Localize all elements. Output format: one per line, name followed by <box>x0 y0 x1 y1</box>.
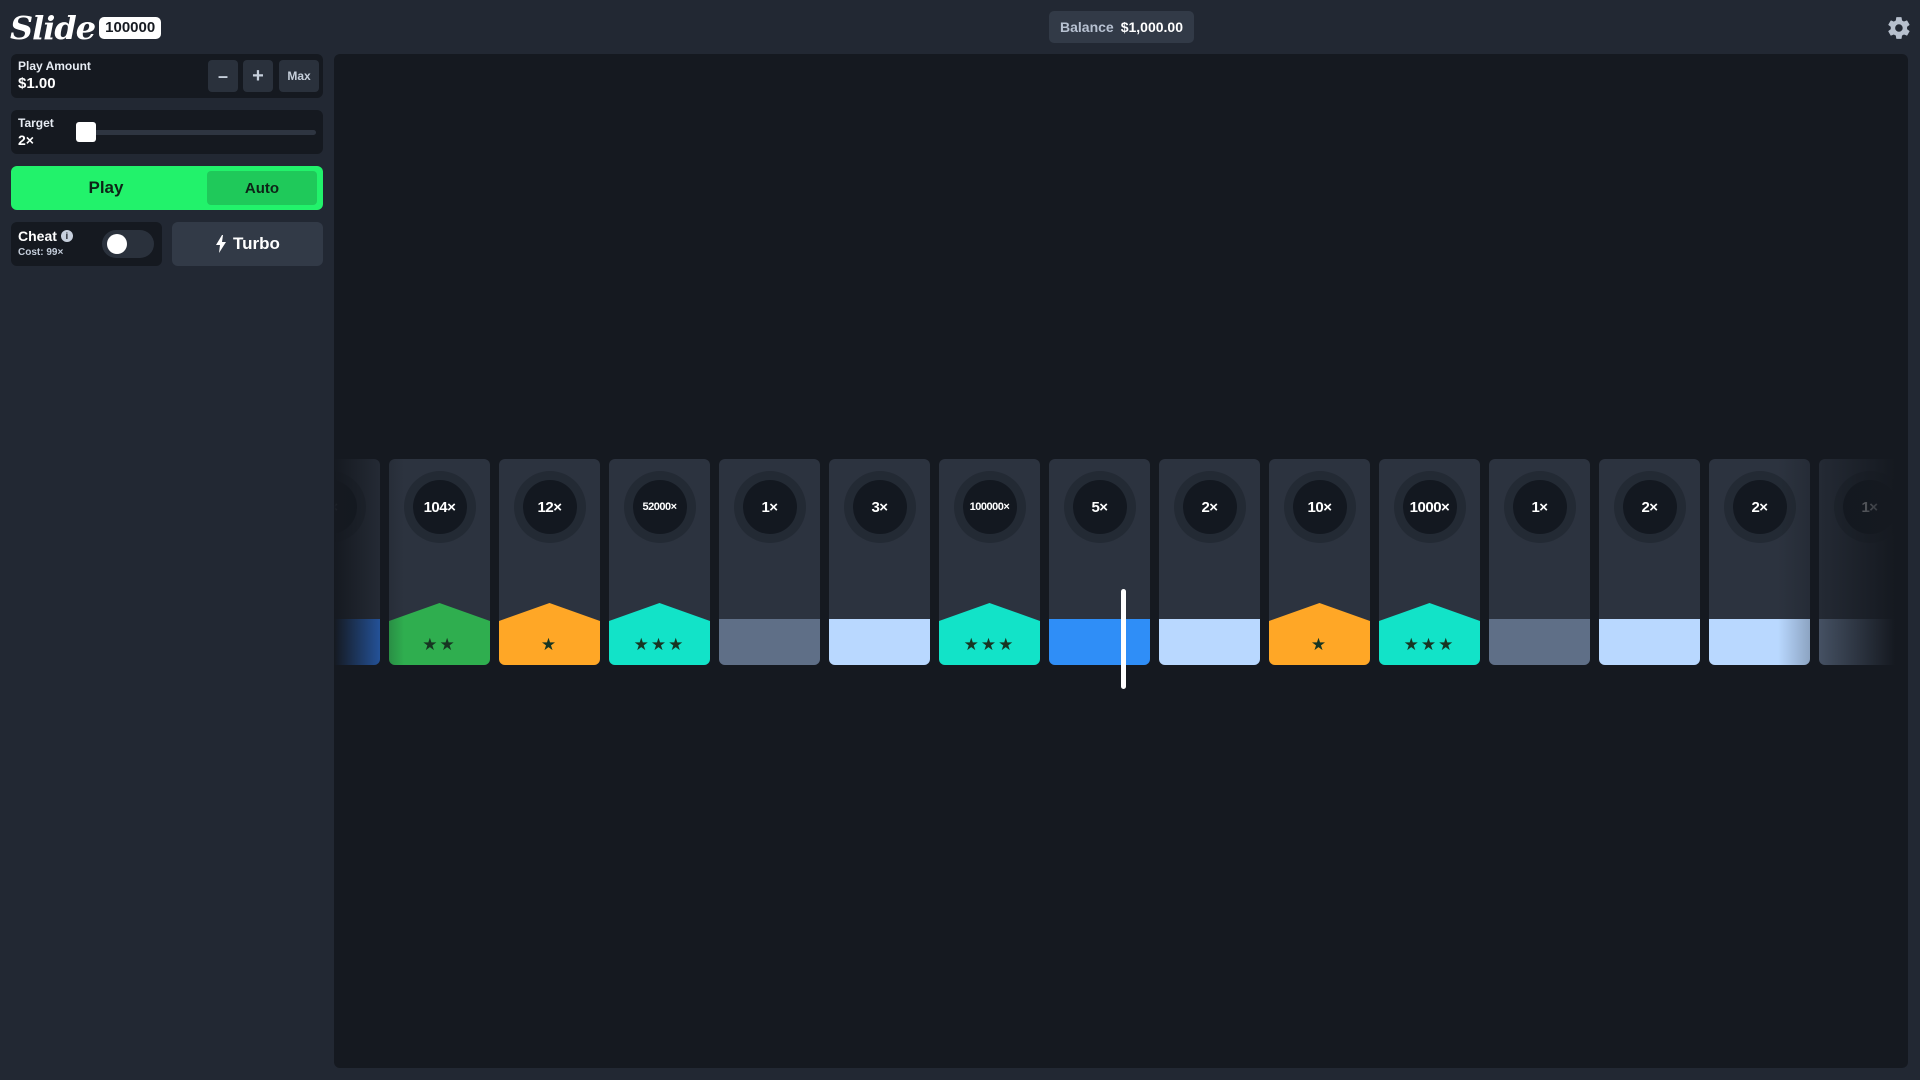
cheat-toggle[interactable] <box>102 230 154 258</box>
play-label: Play <box>88 178 124 197</box>
tile-color-band <box>1489 619 1590 665</box>
cheat-label: Cheat <box>18 228 57 244</box>
multiplier-value: 10× <box>1292 480 1347 534</box>
star-rating: ★ <box>1310 635 1329 654</box>
slide-pointer <box>1121 589 1126 689</box>
track-fade-left <box>334 459 404 699</box>
gear-icon[interactable] <box>1886 15 1912 41</box>
target-panel: Target 2× <box>11 110 323 154</box>
multiplier-value: 104× <box>412 480 467 534</box>
tile-color-band <box>829 619 930 665</box>
info-icon[interactable]: i <box>60 230 73 242</box>
multiplier-badge: 1× <box>1503 471 1576 543</box>
play-amount-label: Play Amount <box>18 59 91 73</box>
multiplier-tile: 100000× ★★★ <box>939 459 1040 665</box>
auto-button[interactable]: Auto <box>207 171 317 205</box>
multiplier-value: 1000× <box>1402 480 1457 534</box>
multiplier-badge: 2× <box>1613 471 1686 543</box>
track-fade-right <box>1778 459 1908 699</box>
multiplier-value: 1× <box>1512 480 1567 534</box>
play-amount-panel: Play Amount $1.00 – + Max <box>11 54 323 98</box>
tile-color-band <box>1379 603 1480 665</box>
multiplier-value: 52000× <box>632 480 687 534</box>
multiplier-value: 3× <box>852 480 907 534</box>
max-amount-button[interactable]: Max <box>279 60 319 92</box>
target-slider-track[interactable] <box>77 130 316 135</box>
star-rating: ★★ <box>422 635 457 654</box>
target-label: Target <box>18 116 54 130</box>
multiplier-value: 1× <box>742 480 797 534</box>
multiplier-badge: 5× <box>1063 471 1136 543</box>
balance-value: $1,000.00 <box>1120 19 1183 35</box>
multiplier-value: 2× <box>1182 480 1237 534</box>
multiplier-badge: 12× <box>513 471 586 543</box>
play-amount-value[interactable]: $1.00 <box>18 75 56 92</box>
multiplier-value: 5× <box>1072 480 1127 534</box>
tile-track: 5×104×★★12×★52000×★★★1×3×100000×★★★5×2×1… <box>334 459 1908 699</box>
increase-amount-button[interactable]: + <box>243 60 273 92</box>
multiplier-tile: 2× <box>1159 459 1260 665</box>
tile-color-band <box>1159 619 1260 665</box>
tile-color-band <box>1269 603 1370 665</box>
tile-color-band <box>389 603 490 665</box>
multiplier-tile: 12× ★ <box>499 459 600 665</box>
multiplier-badge: 2× <box>1173 471 1246 543</box>
multiplier-tile: 2× <box>1599 459 1700 665</box>
multiplier-tile: 1000× ★★★ <box>1379 459 1480 665</box>
multiplier-value: 100000× <box>962 480 1017 534</box>
multiplier-badge: 1× <box>733 471 806 543</box>
cheat-panel: Cheat i Cost: 99× <box>11 222 162 266</box>
tile-color-band <box>719 619 820 665</box>
multiplier-value: 12× <box>522 480 577 534</box>
game-area: 5×104×★★12×★52000×★★★1×3×100000×★★★5×2×1… <box>334 54 1908 1068</box>
turbo-label: Turbo <box>233 234 280 253</box>
tile-color-band <box>1599 619 1700 665</box>
multiplier-tile: 5× <box>1049 459 1150 665</box>
multiplier-tile: 1× <box>1489 459 1590 665</box>
play-button[interactable]: Play Auto <box>11 166 323 210</box>
star-rating: ★★★ <box>963 635 1016 654</box>
cheat-label-wrap: Cheat i <box>18 228 73 244</box>
target-slider-handle[interactable] <box>76 122 96 142</box>
lightning-icon <box>216 235 227 253</box>
multiplier-tile: 52000× ★★★ <box>609 459 710 665</box>
logo-text: Slide <box>10 9 96 47</box>
tile-color-band <box>499 603 600 665</box>
toggle-knob <box>107 234 127 254</box>
cheat-cost: Cost: 99× <box>18 247 64 258</box>
logo-badge: 100000 <box>99 17 162 39</box>
tile-color-band <box>609 603 710 665</box>
multiplier-tile: 104× ★★ <box>389 459 490 665</box>
top-bar: Slide 100000 Balance $1,000.00 <box>0 0 1920 54</box>
tile-color-band <box>1049 619 1150 665</box>
turbo-button[interactable]: Turbo <box>172 222 323 266</box>
multiplier-value: 2× <box>1622 480 1677 534</box>
star-rating: ★★★ <box>633 635 686 654</box>
multiplier-tile: 1× <box>719 459 820 665</box>
star-rating: ★★★ <box>1403 635 1456 654</box>
tile-color-band <box>939 603 1040 665</box>
multiplier-badge: 1000× <box>1393 471 1466 543</box>
star-rating: ★ <box>540 635 559 654</box>
multiplier-badge: 3× <box>843 471 916 543</box>
multiplier-badge: 10× <box>1283 471 1356 543</box>
multiplier-badge: 52000× <box>623 471 696 543</box>
multiplier-tile: 3× <box>829 459 930 665</box>
target-value: 2× <box>18 132 34 148</box>
logo: Slide 100000 <box>10 8 162 48</box>
balance-display: Balance $1,000.00 <box>1049 11 1194 43</box>
multiplier-tile: 10× ★ <box>1269 459 1370 665</box>
decrease-amount-button[interactable]: – <box>208 60 238 92</box>
multiplier-badge: 104× <box>403 471 476 543</box>
balance-label: Balance <box>1060 19 1114 35</box>
controls-sidebar: Play Amount $1.00 – + Max Target 2× Play… <box>0 54 334 1080</box>
multiplier-badge: 100000× <box>953 471 1026 543</box>
